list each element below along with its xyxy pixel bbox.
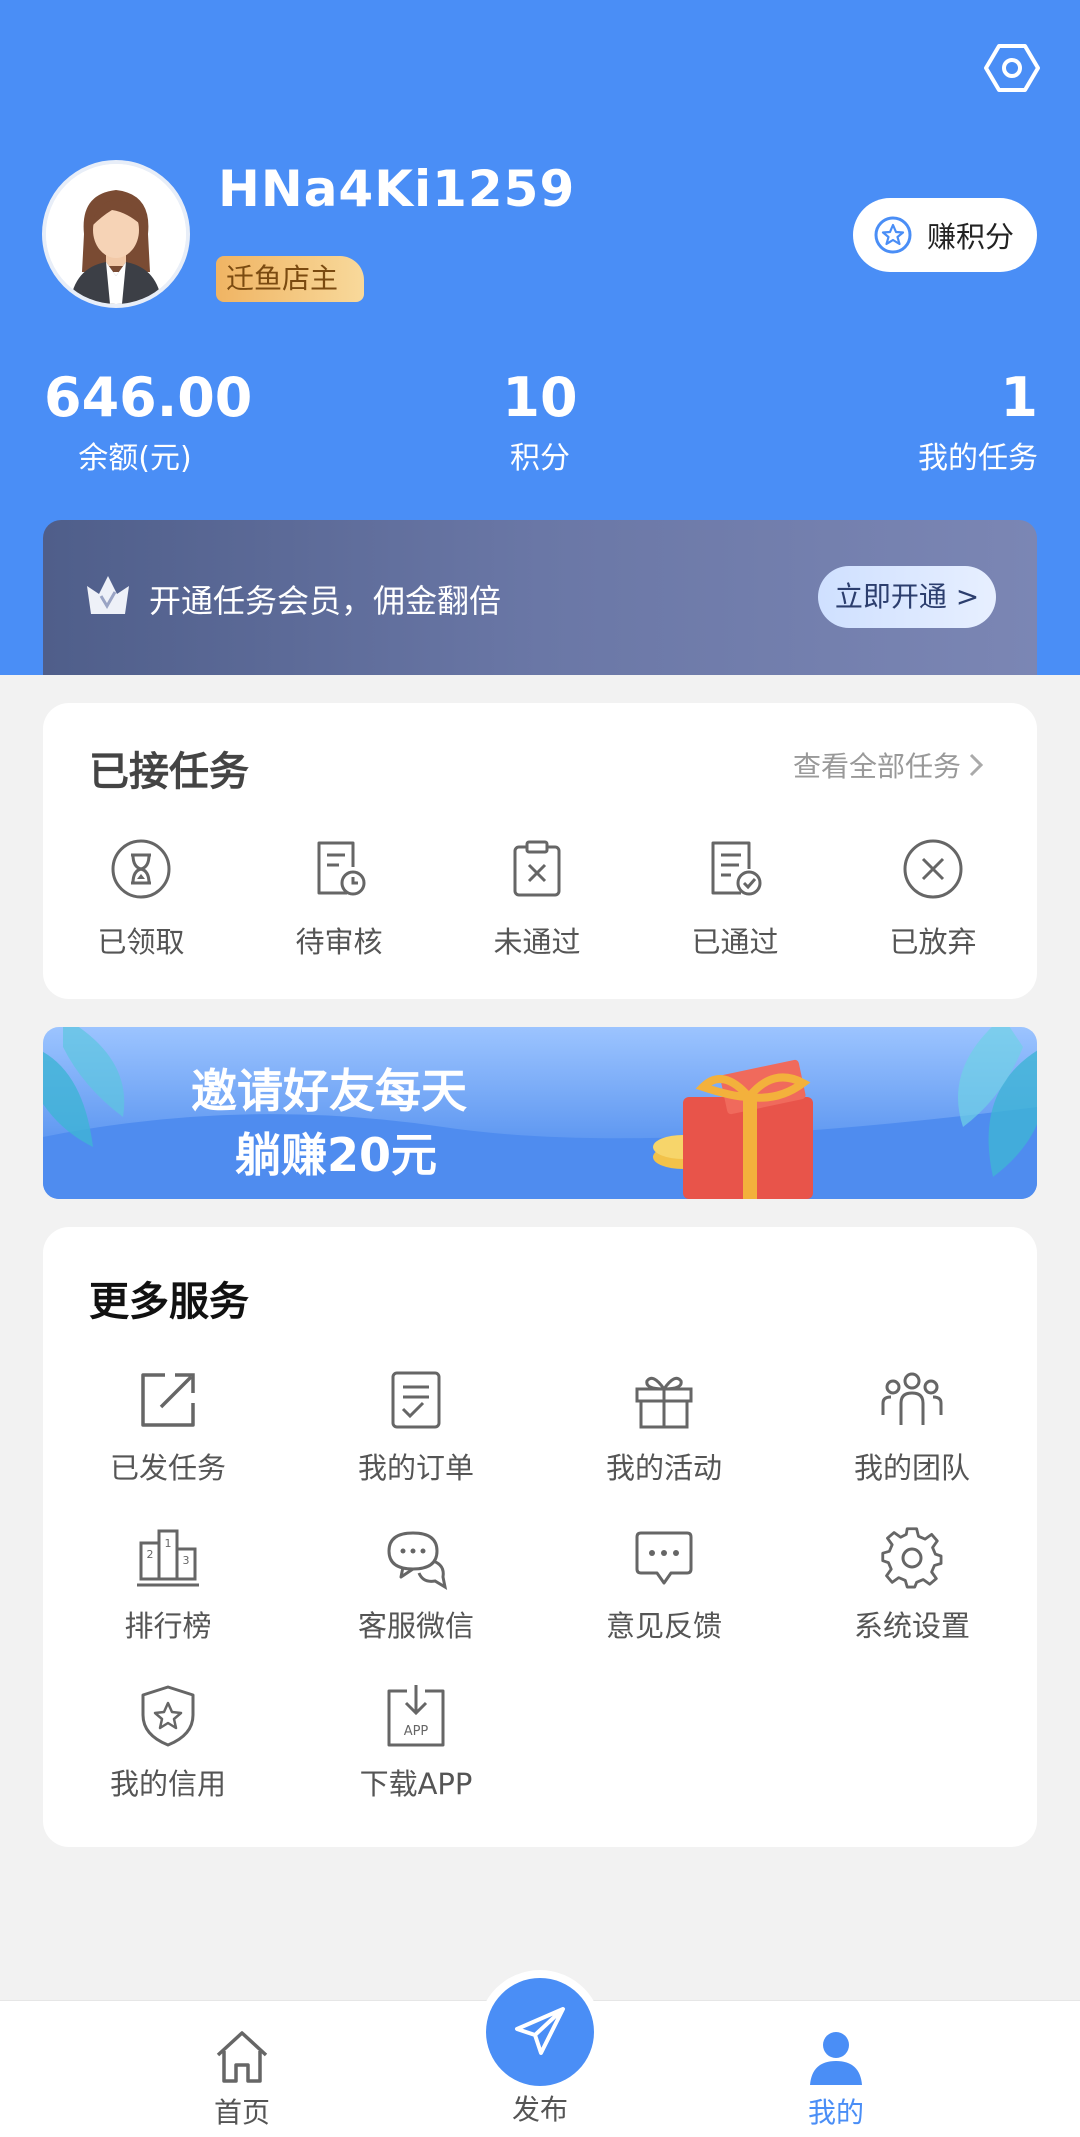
task-status-label: 已放弃 [889,925,977,959]
hourglass-icon [111,839,171,899]
service-published-tasks[interactable]: 已发任务 [88,1367,248,1487]
pending-review-icon [317,841,366,896]
task-status-rejected[interactable]: 未通过 [477,837,597,961]
view-all-tasks-label: 查看全部任务 [792,750,961,783]
settings-icon[interactable] [984,40,1040,96]
crown-icon [87,576,129,614]
more-services-title: 更多服务 [89,1279,249,1325]
svg-text:APP: APP [404,1724,429,1739]
invite-banner-line2: 躺赚20元 [235,1128,438,1182]
team-icon [881,1372,943,1425]
star-icon [874,216,912,254]
service-feedback[interactable]: 意见反馈 [584,1525,744,1645]
role-badge: 迁鱼店主 [216,256,365,302]
close-circle-icon [903,839,963,899]
service-my-orders[interactable]: 我的订单 [336,1367,496,1487]
task-status-label: 未通过 [493,925,581,959]
profile-header: HNa4Ki1259 迁鱼店主 赚积分 646.00 余额(元) 10 积分 1… [0,0,1080,675]
podium-icon: 1 2 3 [137,1529,199,1587]
svg-text:3: 3 [183,1554,190,1567]
tab-mine[interactable]: 我的 [766,2027,906,2131]
publish-button[interactable] [486,1978,594,2086]
vip-promo-text: 开通任务会员，佣金翻倍 [149,582,502,620]
tab-label: 我的 [807,2096,864,2129]
service-label: 意见反馈 [605,1609,722,1643]
my-tasks-stat[interactable]: 1 我的任务 [890,366,1038,477]
points-stat[interactable]: 10 积分 [470,366,610,477]
accepted-tasks-card: 已接任务 查看全部任务 已领取 待审核 未通过 已通过 已放弃 [43,703,1037,999]
service-label: 下载APP [359,1767,473,1801]
feedback-icon [635,1531,693,1585]
svg-text:1: 1 [165,1537,172,1550]
chevron-right-icon [969,753,984,777]
profile-icon [810,2032,862,2085]
earn-points-label: 赚积分 [927,220,1015,254]
service-download-app[interactable]: APP 下载APP [336,1683,496,1803]
service-my-activities[interactable]: 我的活动 [584,1367,744,1487]
points-label: 积分 [510,441,570,476]
service-label: 已发任务 [109,1451,226,1485]
publish-label: 发布 [511,2093,568,2126]
points-value: 10 [502,366,578,429]
service-label: 客服微信 [357,1609,474,1643]
service-label: 系统设置 [853,1609,970,1643]
earn-points-button[interactable]: 赚积分 [853,198,1037,272]
gear-icon [881,1527,943,1589]
service-my-team[interactable]: 我的团队 [832,1367,992,1487]
service-label: 我的团队 [853,1451,970,1485]
balance-label: 余额(元) [78,441,192,476]
task-status-claimed[interactable]: 已领取 [81,837,201,961]
service-label: 我的信用 [109,1767,226,1801]
task-status-pending[interactable]: 待审核 [279,837,399,961]
service-system-settings[interactable]: 系统设置 [832,1525,992,1645]
rejected-clipboard-icon [513,840,561,897]
task-status-label: 已通过 [691,925,779,959]
home-icon [216,2031,268,2083]
service-leaderboard[interactable]: 1 2 3 排行榜 [88,1525,248,1645]
send-icon [515,2007,565,2055]
shield-star-icon [141,1685,195,1747]
avatar[interactable] [42,160,190,308]
service-label: 排行榜 [124,1609,212,1643]
task-status-label: 待审核 [295,925,383,959]
task-status-approved[interactable]: 已通过 [675,837,795,961]
view-all-tasks-link[interactable]: 查看全部任务 [793,745,987,785]
task-status-label: 已领取 [97,925,185,959]
service-customer-wechat[interactable]: 客服微信 [336,1525,496,1645]
external-link-icon [141,1373,195,1427]
order-icon [391,1371,441,1429]
tab-home[interactable]: 首页 [172,2027,312,2131]
username: HNa4Ki1259 [218,160,576,218]
svg-text:2: 2 [147,1548,154,1561]
balance-value: 646.00 [44,366,253,429]
tab-label: 首页 [213,2096,270,2129]
approved-document-icon [711,841,762,896]
invite-friends-banner[interactable]: 邀请好友每天 躺赚20元 [43,1027,1037,1199]
my-tasks-value: 1 [1000,366,1038,429]
service-label: 我的活动 [605,1451,722,1485]
more-services-card: 更多服务 已发任务 我的订单 我的活动 我的团队 1 2 3 排行榜 客服微信 … [43,1227,1037,1847]
service-label: 我的订单 [357,1451,474,1485]
download-app-icon: APP [387,1685,445,1747]
accepted-tasks-title: 已接任务 [89,749,249,795]
task-status-abandoned[interactable]: 已放弃 [873,837,993,961]
balance-stat[interactable]: 646.00 余额(元) [44,366,253,477]
chat-icon [387,1531,448,1591]
open-vip-button[interactable]: 立即开通 > [818,566,996,628]
invite-banner-line1: 邀请好友每天 [191,1064,467,1118]
vip-banner[interactable]: 开通任务会员，佣金翻倍 立即开通 > [43,520,1037,675]
service-my-credit[interactable]: 我的信用 [88,1683,248,1803]
gift-icon [635,1376,693,1429]
my-tasks-label: 我的任务 [918,441,1038,476]
